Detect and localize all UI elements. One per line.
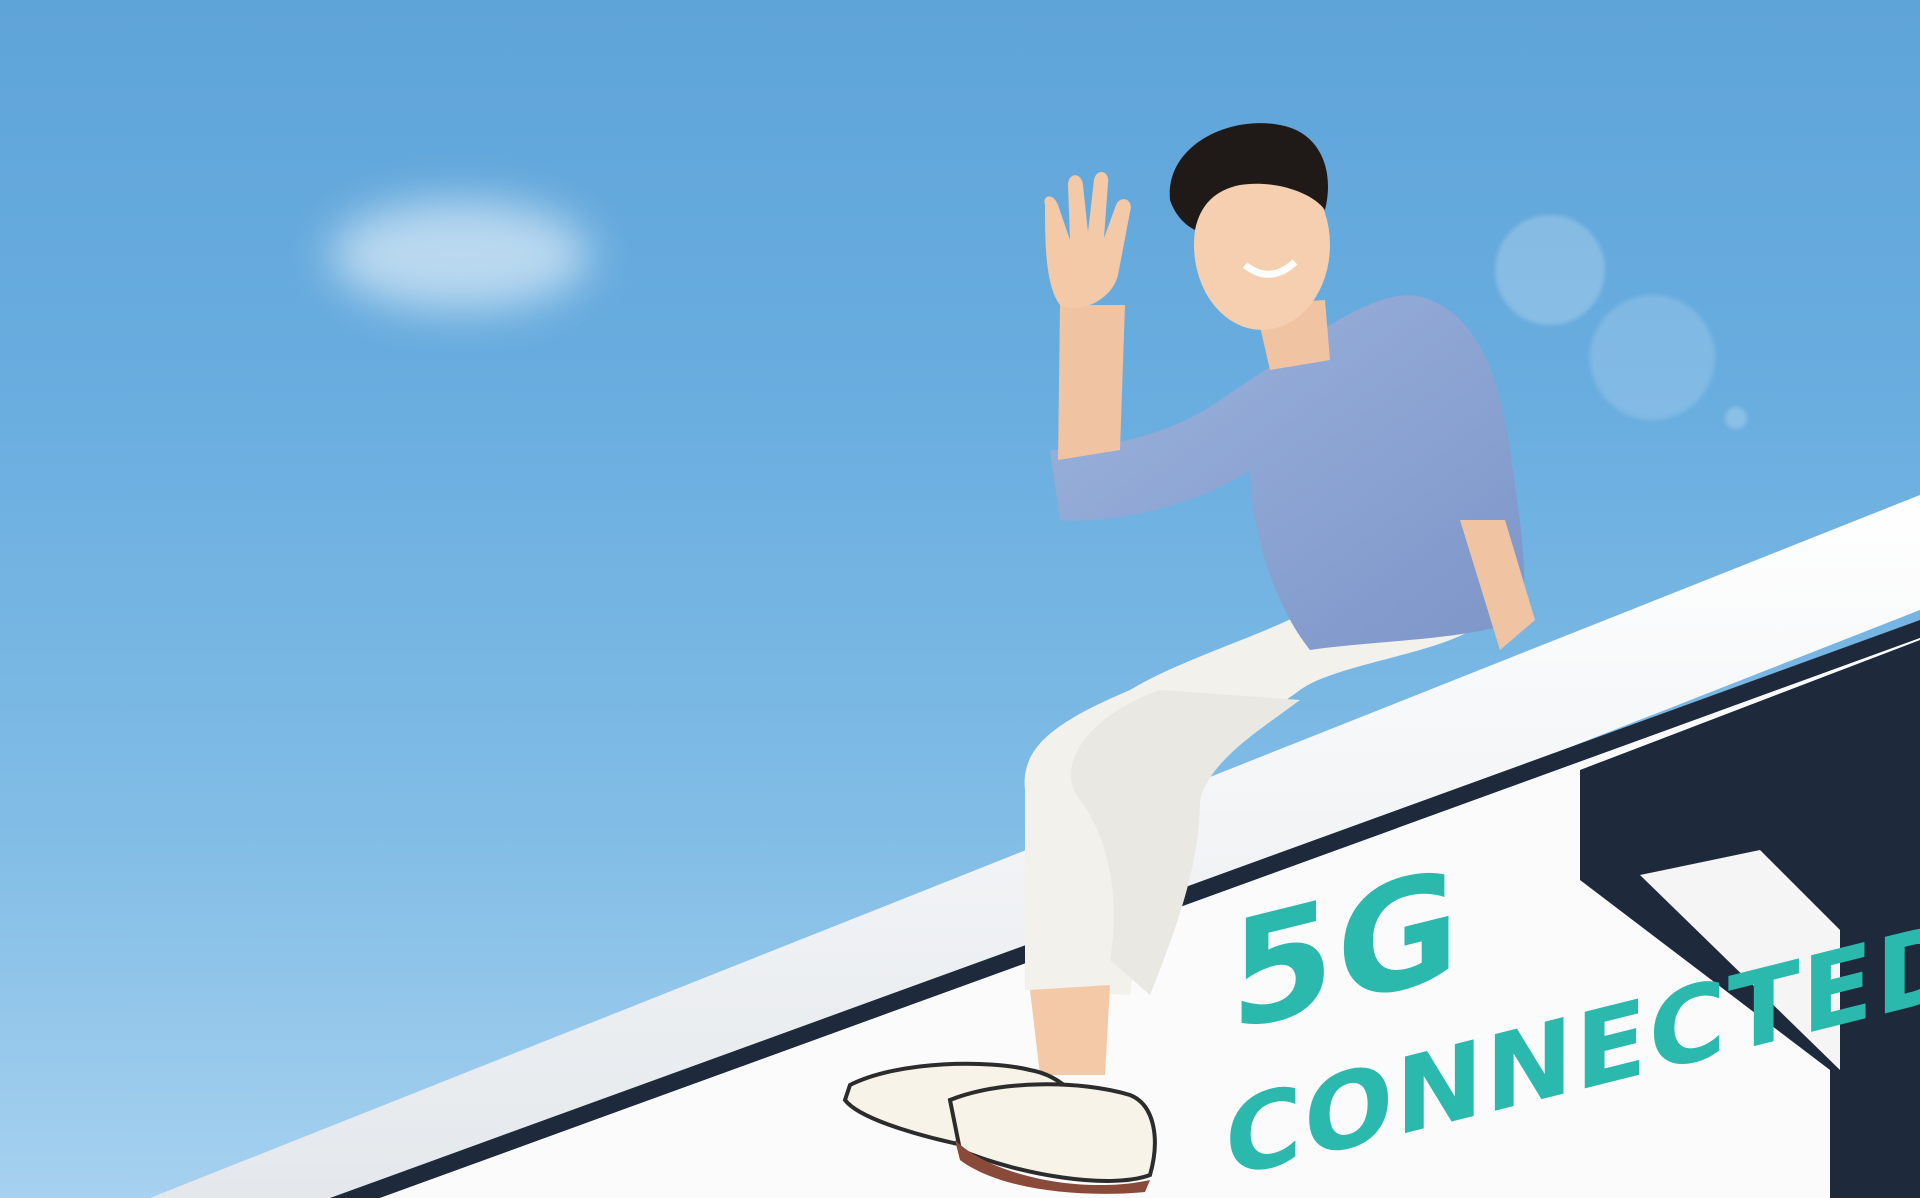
ankle [1030, 985, 1110, 1075]
waving-hand [1044, 172, 1131, 309]
raised-arm [1058, 305, 1125, 460]
advertisement-scene: 5G CONNECTED [0, 0, 1920, 1198]
